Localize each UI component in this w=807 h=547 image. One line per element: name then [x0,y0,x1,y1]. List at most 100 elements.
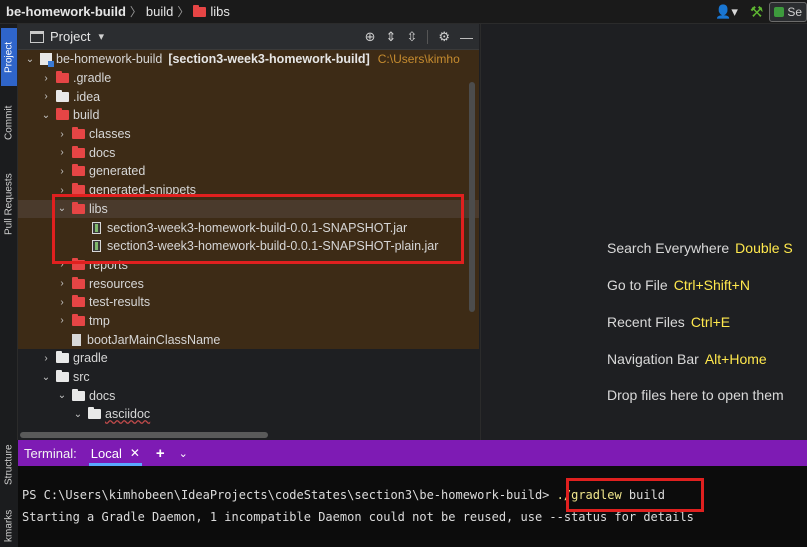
chevron-right-icon[interactable]: › [56,147,68,158]
tree-row[interactable]: › gradle [18,349,479,368]
window-icon [30,30,44,43]
breadcrumb-project[interactable]: be-homework-build [6,4,126,19]
tree-row[interactable]: › classes [18,124,479,144]
chevron-down-icon[interactable]: ⌄ [179,447,188,460]
tab-pull-requests-label: Pull Requests [3,173,15,235]
folder-icon [72,295,85,308]
tree-item-label: docs [89,388,116,403]
chevron-right-icon[interactable]: › [56,315,68,326]
folder-icon [56,108,69,121]
tree-row[interactable]: › tmp [18,311,479,331]
hint-label: Go to File [607,277,668,293]
chevron-down-icon[interactable]: ▾ [98,30,104,43]
nav-toolbar: 👤▾ ⚒ Se [709,0,807,24]
tree-row[interactable]: ⌄ docs [18,386,479,405]
new-tab-icon[interactable]: + [156,445,165,462]
chevron-right-icon[interactable]: › [40,353,52,364]
chevron-right-icon[interactable]: › [40,73,52,84]
tree-item-label: .gradle [73,71,112,86]
tree-row[interactable]: ⌄ asciidoc [18,405,479,424]
tree-row[interactable]: › docs [18,143,479,163]
tree-row[interactable]: bootJarMainClassName [18,330,479,349]
project-window-title[interactable]: Project [50,29,90,44]
chevron-down-icon[interactable]: ⌄ [56,390,68,401]
tree-item-label: src [73,370,90,385]
tree-item-label: test-results [89,295,151,310]
folder-icon [72,127,85,140]
folder-icon [72,276,85,289]
chevron-down-icon[interactable]: ⌄ [40,110,52,121]
run-config-icon [774,7,785,17]
divider [427,30,429,44]
tree-item-label: classes [89,127,131,142]
hint-recent-files: Recent Files Ctrl+E [607,314,730,330]
tree-row[interactable]: › test-results [18,292,479,312]
tree-row[interactable]: › .idea [18,87,479,107]
close-icon[interactable]: ✕ [130,446,140,460]
hint-label: Navigation Bar [607,351,699,367]
highlight-box-libs [52,194,464,264]
file-icon [72,333,81,346]
chevron-down-icon[interactable]: ⌄ [72,409,84,420]
tree-item-label: bootJarMainClassName [87,332,221,347]
project-window-header: Project ▾ ⊕ ⇕ ⇳ ⚙ — [18,24,479,50]
chevron-right-icon[interactable]: › [40,91,52,102]
chevron-down-icon[interactable]: ⌄ [24,54,36,65]
collapse-all-icon[interactable]: ⇳ [406,29,417,45]
terminal-prompt: PS C:\Users\kimhobeen\IdeaProjects\codeS… [22,488,550,502]
tab-local[interactable]: Local ✕ [88,440,143,466]
tab-commit[interactable]: Commit [1,94,17,152]
tab-bookmarks[interactable]: kmarks [1,506,17,546]
chevron-right-icon[interactable]: › [56,297,68,308]
hint-label: Search Everywhere [607,240,730,256]
folder-icon [56,89,69,102]
user-icon[interactable]: 👤▾ [715,4,738,20]
hint-shortcut: Double S [735,240,793,256]
folder-icon [72,313,85,326]
git-branch-label: [section3-week3-homework-build] [168,52,370,67]
gear-icon[interactable]: ⚙ [438,29,450,45]
tree-item-label: docs [89,145,116,160]
horizontal-scrollbar[interactable] [20,432,268,438]
highlight-box-command [566,478,704,512]
expand-all-icon[interactable]: ⇕ [386,29,397,45]
tab-project-label: Project [3,41,15,73]
tab-project[interactable]: Project [1,28,17,86]
tab-pull-requests[interactable]: Pull Requests [1,162,17,246]
tree-row[interactable]: › .gradle [18,68,479,88]
breadcrumb-build[interactable]: build [146,4,173,19]
terminal-line: Starting a Gradle Daemon, 1 incompatible… [22,510,694,524]
tree-row[interactable]: › resources [18,274,479,293]
chevron-right-icon[interactable]: › [56,166,68,177]
tree-row[interactable]: ⌄ be-homework-build [section3-week3-home… [18,50,479,69]
chevron-right-icon[interactable]: › [56,129,68,140]
tree-item-label: generated [89,164,146,179]
tree-item-label: .idea [73,89,101,104]
tree-item-label: gradle [73,351,108,366]
breadcrumb-libs[interactable]: libs [210,4,230,19]
vertical-scrollbar[interactable] [469,82,475,312]
chevron-down-icon[interactable]: ⌄ [40,372,52,383]
tree-row[interactable]: ⌄ src [18,368,479,387]
tab-bookmarks-label: kmarks [3,509,15,543]
terminal-output[interactable]: PS C:\Users\kimhobeen\IdeaProjects\codeS… [18,466,807,547]
folder-icon [56,370,69,383]
folder-icon [193,4,207,17]
tree-row[interactable]: › generated [18,162,479,181]
folder-icon [56,71,69,84]
minimize-icon[interactable]: — [460,30,473,45]
tree-item-label: resources [89,276,144,291]
hint-search-everywhere: Search Everywhere Double S [607,240,793,256]
add-icon[interactable]: ⊕ [365,29,376,45]
hint-navigation-bar: Navigation Bar Alt+Home [607,351,767,367]
hint-label: Drop files here to open them [607,387,784,403]
terminal-label: Terminal: [24,445,77,461]
tree-row[interactable]: ⌄ build [18,106,479,125]
terminal-header: Terminal: Local ✕ + ⌄ [18,440,807,466]
hammer-icon[interactable]: ⚒ [750,3,763,21]
tab-structure[interactable]: Structure [1,432,17,498]
editor-empty-area: Search Everywhere Double S Go to File Ctrl… [480,24,807,440]
run-config-button[interactable]: Se [769,2,807,22]
navigation-bar: be-homework-build 〉 build 〉 libs 👤▾ ⚒ Se [0,0,807,24]
chevron-right-icon[interactable]: › [56,278,68,289]
